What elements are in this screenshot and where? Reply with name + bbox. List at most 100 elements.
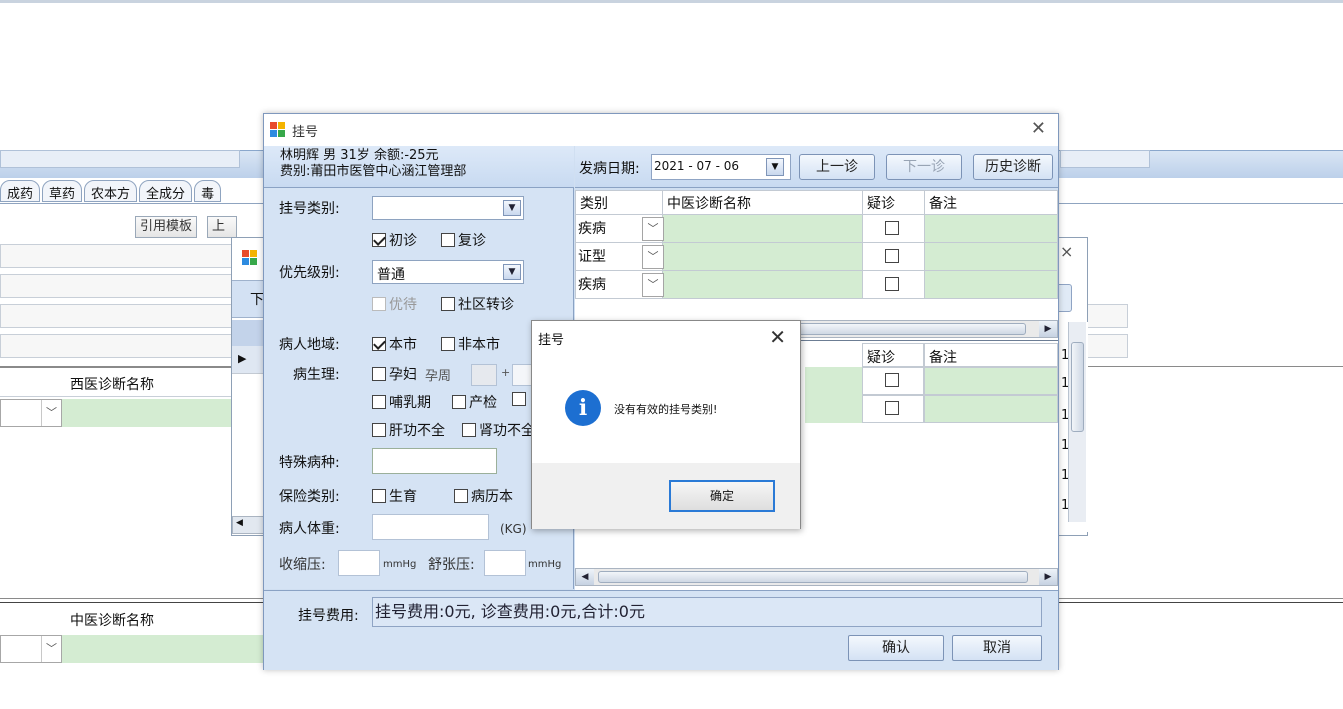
background-input-row-right[interactable]: [1087, 304, 1128, 328]
scroll-right-icon[interactable]: ▶: [1039, 321, 1057, 337]
background-input-row[interactable]: [0, 334, 232, 358]
suspected-cell[interactable]: [862, 214, 925, 243]
chevron-down-icon[interactable]: ﹀: [41, 636, 61, 662]
category-combo[interactable]: 疾病 ﹀: [576, 216, 664, 242]
checkbox-checked-icon[interactable]: [372, 233, 386, 247]
onset-date-picker[interactable]: 2021 - 07 - 06 ▼: [651, 154, 791, 180]
category-combo[interactable]: 证型 ﹀: [576, 244, 664, 270]
scroll-right-icon[interactable]: ▶: [1039, 569, 1057, 585]
reg-type-select[interactable]: ▼: [372, 196, 524, 220]
chevron-down-icon[interactable]: ▼: [503, 264, 521, 280]
checkbox-icon[interactable]: [884, 373, 899, 387]
checkbox-icon[interactable]: [885, 220, 899, 235]
extra-checkbox[interactable]: [512, 392, 529, 408]
horizontal-scrollbar[interactable]: ◀ ▶: [575, 568, 1058, 586]
medical-record-checkbox[interactable]: 病历本: [454, 486, 513, 506]
tcm-dx-name-cell[interactable]: [62, 635, 263, 663]
tab-folk-recipe[interactable]: 农本方: [84, 180, 138, 202]
checkbox-icon[interactable]: [512, 392, 526, 406]
checkbox-icon[interactable]: [372, 489, 386, 503]
background-hscroll[interactable]: ◀: [232, 516, 264, 534]
background-input-row[interactable]: [0, 274, 232, 298]
western-dx-row[interactable]: ﹀: [0, 398, 232, 428]
scroll-left-icon[interactable]: ◀: [576, 569, 594, 585]
checkbox-icon[interactable]: [462, 423, 476, 437]
prev-visit-button[interactable]: 上一诊: [799, 154, 875, 180]
lactation-checkbox[interactable]: 哺乳期: [372, 392, 431, 412]
suspected-cell[interactable]: [862, 242, 925, 271]
history-diagnosis-button[interactable]: 历史诊断: [973, 154, 1053, 180]
category-combo[interactable]: 疾病 ﹀: [576, 272, 664, 298]
remark-cell[interactable]: [924, 367, 1058, 395]
tcm-dx-category-combo[interactable]: ﹀: [0, 635, 62, 663]
scroll-thumb[interactable]: [598, 571, 1028, 583]
local-checkbox[interactable]: 本市: [372, 334, 417, 354]
checkbox-icon[interactable]: [884, 401, 899, 415]
template-button[interactable]: 引用模板: [135, 216, 198, 238]
checkbox-icon[interactable]: [441, 233, 455, 247]
checkbox-checked-icon[interactable]: [372, 337, 386, 351]
checkbox-icon[interactable]: [885, 248, 899, 263]
chevron-down-icon[interactable]: ﹀: [642, 216, 664, 241]
table-row[interactable]: 疾病 ﹀: [575, 214, 1058, 243]
community-referral-checkbox[interactable]: 社区转诊: [441, 294, 514, 314]
western-dx-category-combo[interactable]: ﹀: [0, 399, 62, 427]
chevron-down-icon[interactable]: ﹀: [642, 272, 664, 297]
chevron-down-icon[interactable]: ﹀: [642, 244, 664, 269]
grid-row-selector[interactable]: ▶: [232, 346, 264, 374]
pregnant-checkbox[interactable]: 孕妇: [372, 364, 417, 384]
background-close-icon[interactable]: ×: [1060, 242, 1073, 261]
maternity-checkbox[interactable]: 生育: [372, 486, 417, 506]
gestation-week-input[interactable]: [471, 364, 497, 386]
tab-patent-medicine[interactable]: 成药: [0, 180, 41, 202]
background-prev-button[interactable]: 上一诊: [207, 216, 237, 238]
grid2-name-cell[interactable]: [805, 367, 862, 423]
ok-button[interactable]: 确定: [669, 480, 775, 512]
background-input-row[interactable]: [0, 244, 232, 268]
nonlocal-checkbox[interactable]: 非本市: [441, 334, 500, 354]
remark-cell[interactable]: [924, 270, 1058, 299]
checkbox-icon[interactable]: [372, 367, 386, 381]
checkbox-icon[interactable]: [441, 337, 455, 351]
liver-insufficiency-checkbox[interactable]: 肝功不全: [372, 420, 445, 440]
weight-input[interactable]: [372, 514, 489, 540]
background-input-row[interactable]: [0, 304, 232, 328]
checkbox-icon[interactable]: [885, 276, 899, 291]
tcm-dx-row[interactable]: ﹀: [0, 634, 263, 664]
chevron-down-icon[interactable]: ▼: [503, 200, 521, 216]
first-visit-checkbox[interactable]: 初诊: [372, 230, 417, 250]
prenatal-checkbox[interactable]: 产检: [452, 392, 497, 412]
suspected-cell[interactable]: [862, 270, 925, 299]
close-icon[interactable]: ✕: [769, 325, 786, 349]
return-visit-checkbox[interactable]: 复诊: [441, 230, 486, 250]
close-icon[interactable]: ✕: [1031, 118, 1046, 139]
cancel-button[interactable]: 取消: [952, 635, 1042, 661]
tcm-name-cell[interactable]: [662, 214, 863, 243]
tcm-name-cell[interactable]: [662, 242, 863, 271]
western-dx-name-cell[interactable]: [62, 399, 232, 427]
checkbox-icon[interactable]: [441, 297, 455, 311]
tab-all-ingredients[interactable]: 全成分: [139, 180, 193, 202]
background-input-row-right[interactable]: [1087, 334, 1128, 358]
diastolic-input[interactable]: [484, 550, 526, 576]
tcm-name-cell[interactable]: [662, 270, 863, 299]
special-disease-input[interactable]: [372, 448, 497, 474]
checkbox-icon[interactable]: [372, 423, 386, 437]
systolic-input[interactable]: [338, 550, 380, 576]
remark-cell[interactable]: [924, 242, 1058, 271]
tab-toxic[interactable]: 毒: [194, 180, 222, 202]
table-row[interactable]: 疾病 ﹀: [575, 270, 1058, 299]
tab-herbal-medicine[interactable]: 草药: [42, 180, 83, 202]
chevron-down-icon[interactable]: ﹀: [41, 400, 61, 426]
checkbox-icon[interactable]: [372, 395, 386, 409]
vertical-scrollbar[interactable]: [1068, 322, 1086, 522]
checkbox-icon[interactable]: [454, 489, 468, 503]
remark-cell[interactable]: [924, 395, 1058, 423]
suspected-cell[interactable]: [862, 395, 924, 423]
scroll-thumb[interactable]: [1071, 342, 1084, 432]
kidney-insufficiency-checkbox[interactable]: 肾功不全: [462, 420, 532, 440]
remark-cell[interactable]: [924, 214, 1058, 243]
priority-select[interactable]: 普通 ▼: [372, 260, 524, 284]
table-row[interactable]: 证型 ﹀: [575, 242, 1058, 271]
calendar-dropdown-icon[interactable]: ▼: [766, 158, 784, 176]
